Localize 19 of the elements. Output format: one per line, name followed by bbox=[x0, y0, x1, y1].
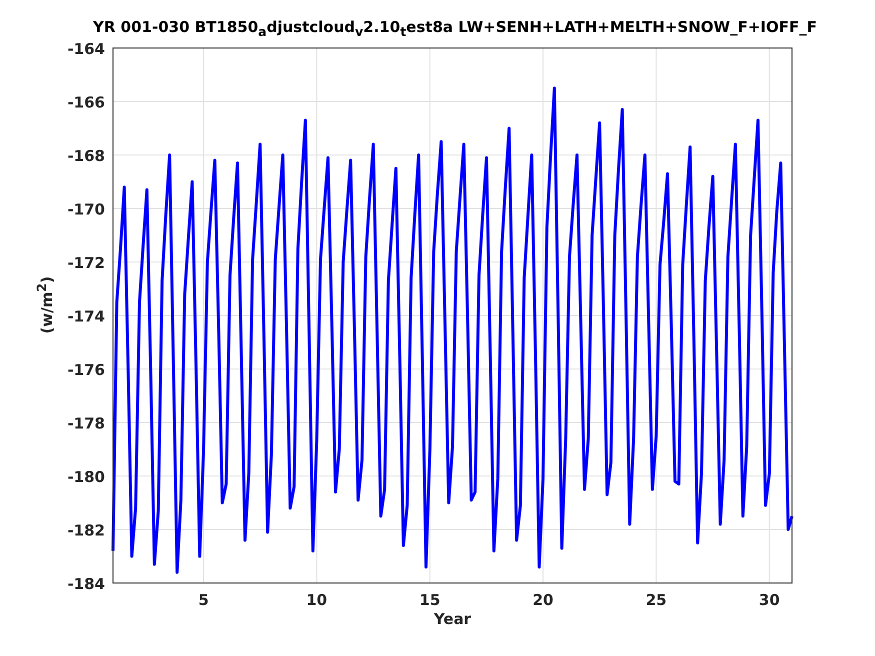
tick-label: 10 bbox=[306, 591, 328, 609]
tick-label: -170 bbox=[67, 200, 105, 218]
tick-label: -166 bbox=[67, 94, 105, 112]
chart-title: YR 001-030 BT1850$_{a}$djustcloud$_{v}$2.10$_{t}$est8a LW+SENH+LATH+MELTH+SNOW_F+IOFF_F bbox=[92, 18, 818, 39]
tick-label: -182 bbox=[67, 522, 105, 540]
tick-label: -172 bbox=[67, 254, 105, 272]
tick-label: -184 bbox=[67, 575, 105, 593]
tick-label: 15 bbox=[419, 591, 440, 609]
tick-label: -168 bbox=[67, 147, 105, 165]
tick-label: 5 bbox=[198, 591, 209, 609]
tick-label: -178 bbox=[67, 414, 105, 432]
tick-label: -164 bbox=[67, 40, 105, 58]
tick-label: -180 bbox=[67, 468, 105, 486]
tick-label: -176 bbox=[67, 361, 105, 379]
x-axis-label: Year bbox=[434, 610, 472, 628]
tick-label: 30 bbox=[758, 591, 780, 609]
tick-label: 25 bbox=[646, 591, 667, 609]
tick-label: -174 bbox=[67, 308, 105, 326]
tick-label: 20 bbox=[532, 591, 554, 609]
